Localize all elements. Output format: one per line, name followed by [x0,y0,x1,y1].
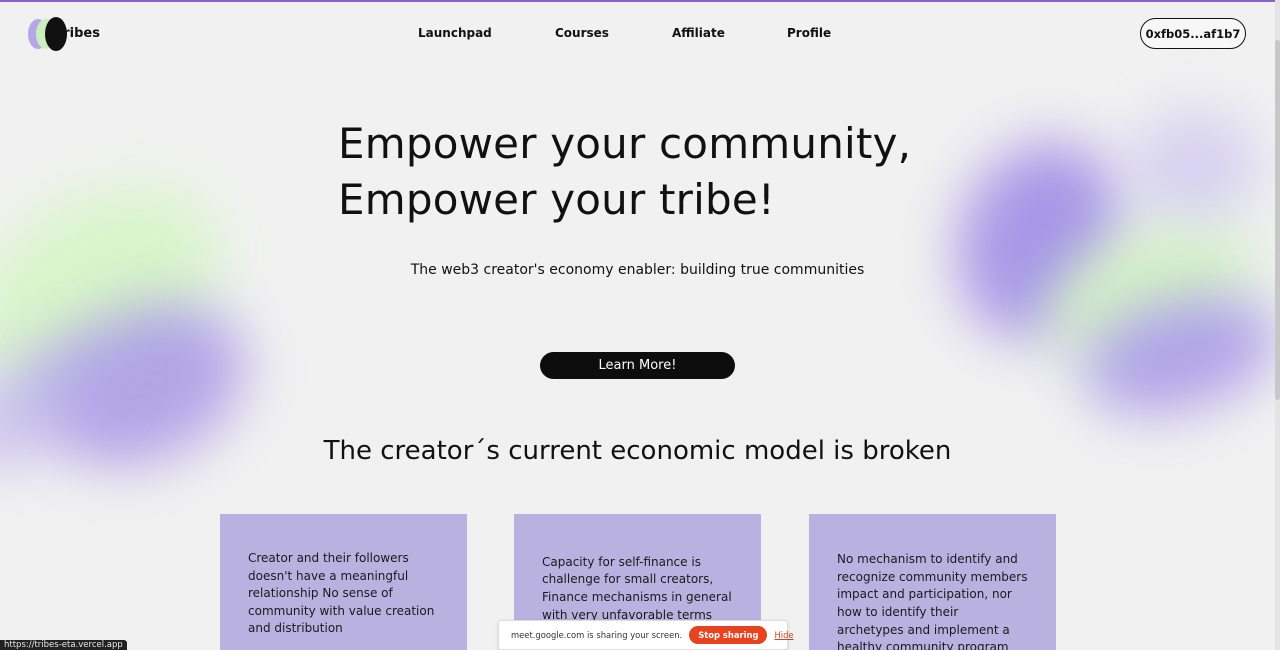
hero-title-line-1: Empower your community, [338,119,912,168]
nav-item-launchpad[interactable]: Launchpad [418,26,492,40]
top-accent-line [0,0,1280,2]
wallet-button[interactable]: 0xfb05...af1b7 [1140,18,1246,49]
problem-card: Creator and their followers doesn't have… [220,514,467,650]
decorative-blob [1130,110,1260,220]
screen-share-bar: meet.google.com is sharing your screen. … [498,620,794,650]
problem-card-text: No mechanism to identify and recognize c… [837,552,1028,650]
screen-share-message: meet.google.com is sharing your screen. [511,630,683,640]
hero-title: Empower your community, Empower your tri… [338,116,978,228]
nav-item-affiliate[interactable]: Affiliate [672,26,725,40]
problem-card-text: Creator and their followers doesn't have… [248,551,435,636]
stop-sharing-button[interactable]: Stop sharing [689,626,768,644]
scrollbar-thumb[interactable] [1275,40,1280,400]
problem-card-text: Capacity for self-finance is challenge f… [542,554,732,622]
page: tribes Launchpad Courses Affiliate Profi… [0,0,1280,650]
problem-card: No mechanism to identify and recognize c… [809,514,1056,650]
section-title: The creator´s current economic model is … [323,436,952,466]
learn-more-button[interactable]: Learn More! [540,352,735,379]
scrollbar[interactable] [1275,0,1280,650]
status-bar-url: https://tribes-eta.vercel.app [0,640,127,650]
hero-title-line-2: Empower your tribe! [338,175,775,224]
hero-subtitle: The web3 creator's economy enabler: buil… [410,262,865,278]
nav-item-profile[interactable]: Profile [787,26,831,40]
hide-link[interactable]: Hide [774,630,793,640]
nav-item-courses[interactable]: Courses [555,26,609,40]
main-nav: Launchpad Courses Affiliate Profile [0,26,1280,42]
